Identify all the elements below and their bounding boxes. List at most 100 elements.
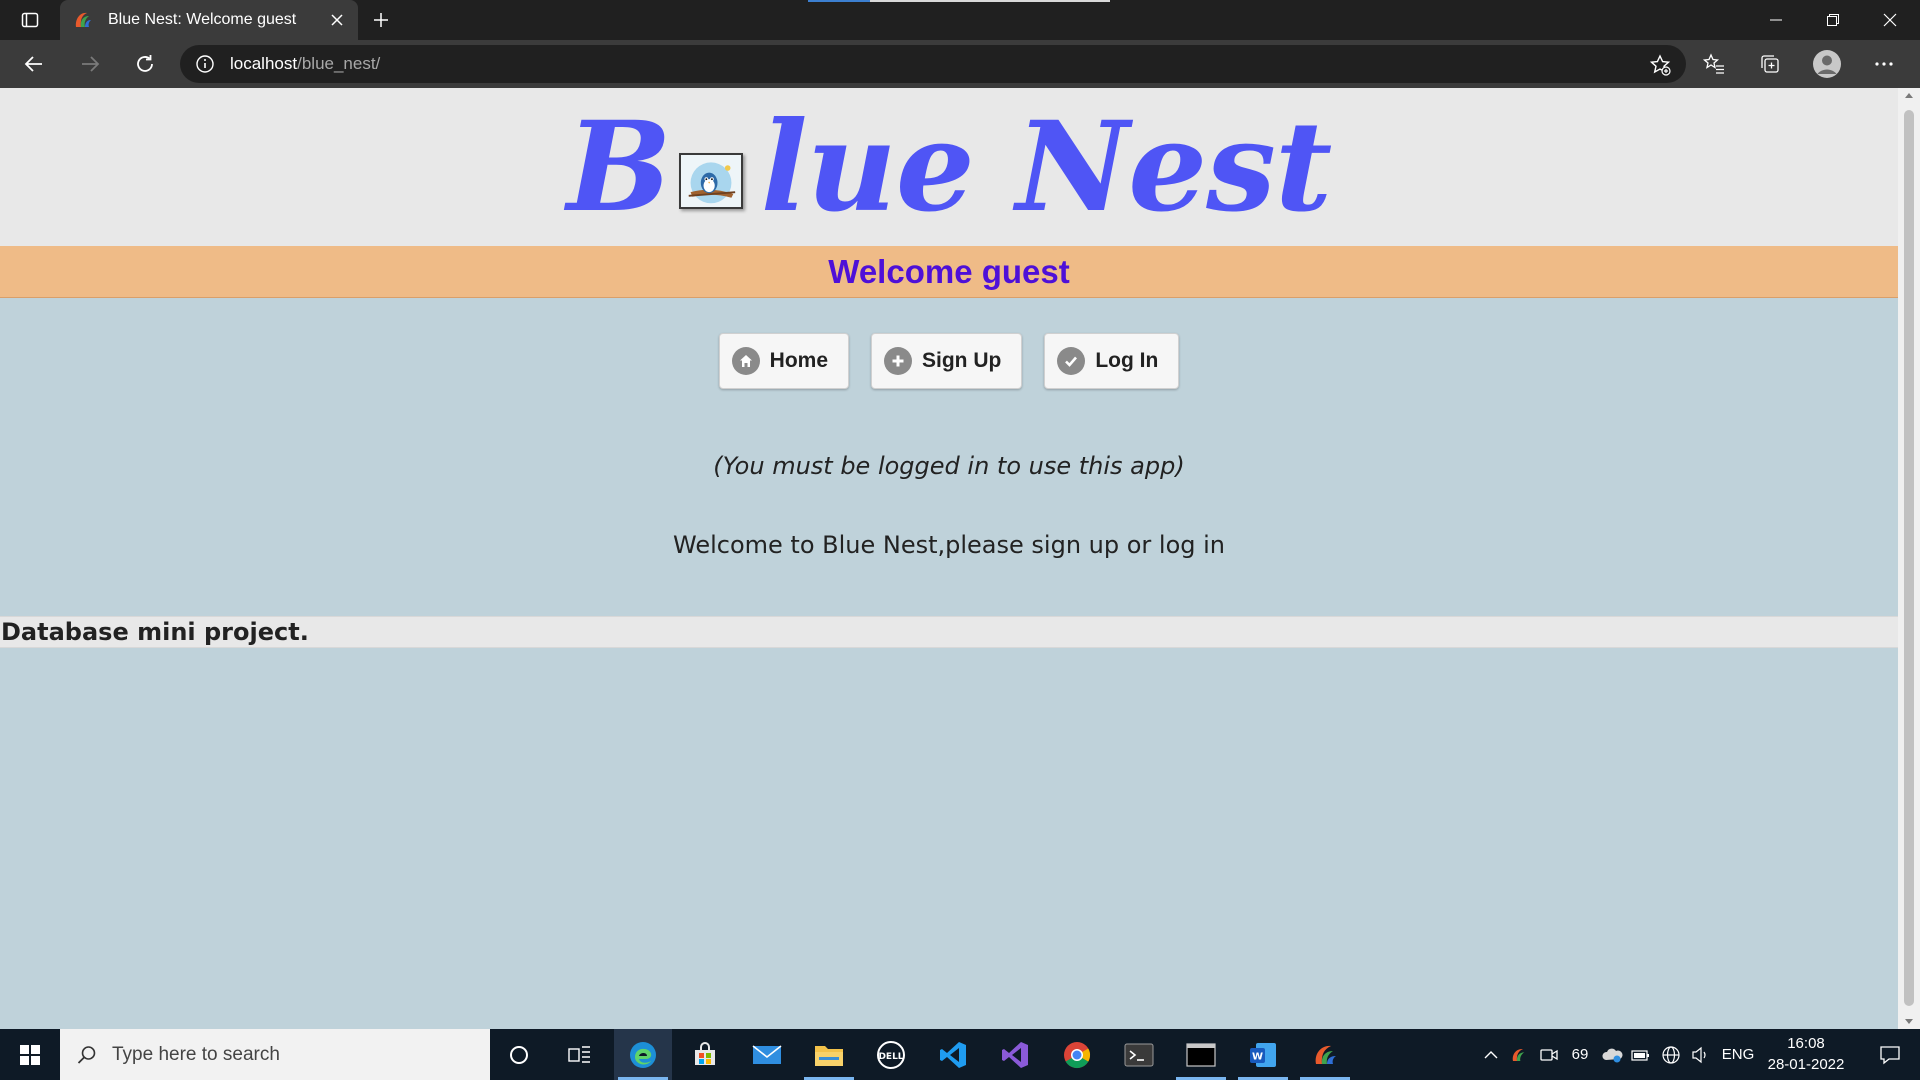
taskbar-search-box[interactable]: Type here to search bbox=[60, 1029, 490, 1080]
collections-button[interactable] bbox=[1752, 48, 1788, 80]
chrome-icon bbox=[1064, 1041, 1091, 1068]
taskbar-visual-studio[interactable] bbox=[986, 1029, 1044, 1080]
favorites-button[interactable] bbox=[1696, 48, 1732, 80]
cloud-sync-icon bbox=[1602, 1048, 1623, 1062]
taskbar-file-explorer[interactable] bbox=[800, 1029, 858, 1080]
titlebar-strip bbox=[870, 0, 1110, 2]
tab-title: Blue Nest: Welcome guest bbox=[108, 11, 297, 28]
visual-studio-icon bbox=[1002, 1041, 1028, 1068]
chevron-up-icon bbox=[1484, 1050, 1498, 1058]
anaconda-icon bbox=[1315, 1045, 1336, 1064]
taskbar-store[interactable] bbox=[676, 1029, 734, 1080]
task-view-icon bbox=[568, 1045, 590, 1063]
start-button[interactable] bbox=[0, 1029, 60, 1080]
taskbar-chrome[interactable] bbox=[1048, 1029, 1106, 1080]
tray-volume[interactable] bbox=[1688, 1029, 1714, 1080]
svg-text:DELL: DELL bbox=[878, 1052, 903, 1062]
site-header: B lue Nest bbox=[0, 88, 1898, 246]
minimize-button[interactable] bbox=[1748, 0, 1804, 40]
taskbar-edge[interactable] bbox=[614, 1029, 672, 1080]
footer-text: Database mini project. bbox=[1, 618, 309, 646]
taskbar-clock[interactable]: 16:08 28-01-2022 bbox=[1756, 1033, 1856, 1075]
bird-nest-logo-icon bbox=[678, 153, 743, 209]
notification-icon bbox=[1880, 1045, 1900, 1064]
new-tab-button[interactable] bbox=[366, 6, 396, 34]
task-view-button[interactable] bbox=[551, 1029, 609, 1080]
cortana-button[interactable] bbox=[490, 1029, 548, 1080]
scrollbar-thumb[interactable] bbox=[1904, 110, 1914, 1006]
collections-icon bbox=[1761, 55, 1779, 73]
globe-icon bbox=[1662, 1045, 1680, 1064]
address-bar[interactable]: localhost/blue_nest/ bbox=[180, 45, 1686, 83]
taskbar-anaconda[interactable] bbox=[1296, 1029, 1354, 1080]
log-in-button-label: Log In bbox=[1095, 349, 1159, 372]
logo-letter: B bbox=[566, 94, 672, 240]
command-prompt-icon bbox=[1186, 1042, 1216, 1067]
sign-up-button-label: Sign Up bbox=[922, 349, 1002, 372]
profile-button[interactable] bbox=[1809, 48, 1845, 80]
cortana-icon bbox=[510, 1045, 528, 1064]
tab-close-button[interactable] bbox=[324, 7, 350, 33]
dell-icon: DELL bbox=[877, 1040, 905, 1069]
folder-icon bbox=[815, 1045, 843, 1066]
tray-anaconda[interactable] bbox=[1506, 1029, 1532, 1080]
terminal-icon bbox=[1124, 1043, 1154, 1066]
taskbar-vscode[interactable] bbox=[924, 1029, 982, 1080]
url-host: localhost bbox=[230, 54, 298, 73]
tray-network[interactable] bbox=[1658, 1029, 1684, 1080]
page-viewport: B lue Nest Welcome guest Home Sign Up Lo… bbox=[0, 88, 1898, 1029]
welcome-heading: Welcome guest bbox=[828, 252, 1070, 290]
temperature-text: 69 bbox=[1571, 1046, 1589, 1063]
restore-button[interactable] bbox=[1805, 0, 1861, 40]
tab-actions-button[interactable] bbox=[14, 8, 46, 32]
clock-date: 28-01-2022 bbox=[1767, 1056, 1845, 1073]
mail-icon bbox=[752, 1044, 782, 1064]
settings-menu-button[interactable] bbox=[1866, 48, 1902, 80]
tray-onedrive[interactable] bbox=[1598, 1029, 1626, 1080]
scroll-down-icon[interactable] bbox=[1903, 1017, 1915, 1027]
url-path: /blue_nest/ bbox=[297, 54, 381, 73]
show-hidden-icons-button[interactable] bbox=[1480, 1029, 1502, 1080]
taskbar-dell[interactable]: DELL bbox=[862, 1029, 920, 1080]
action-center-button[interactable] bbox=[1862, 1029, 1918, 1080]
forward-button[interactable] bbox=[72, 48, 108, 80]
vscode-icon bbox=[940, 1041, 966, 1068]
browser-tab[interactable]: Blue Nest: Welcome guest bbox=[60, 0, 358, 40]
search-placeholder: Type here to search bbox=[112, 1043, 280, 1065]
close-icon bbox=[1883, 13, 1897, 27]
taskbar-mail[interactable] bbox=[738, 1029, 796, 1080]
favorites-icon bbox=[1703, 53, 1724, 74]
profile-avatar-icon bbox=[1813, 50, 1841, 78]
scroll-up-icon[interactable] bbox=[1903, 90, 1915, 100]
back-button[interactable] bbox=[16, 48, 52, 80]
taskbar-terminal[interactable] bbox=[1110, 1029, 1168, 1080]
log-in-button[interactable]: Log In bbox=[1044, 333, 1180, 389]
home-icon bbox=[731, 347, 760, 375]
url-text[interactable]: localhost/blue_nest/ bbox=[230, 54, 380, 74]
home-button[interactable]: Home bbox=[718, 333, 850, 389]
speaker-icon bbox=[1692, 1046, 1706, 1063]
tray-language[interactable]: ENG bbox=[1718, 1029, 1758, 1080]
close-window-button[interactable] bbox=[1862, 0, 1918, 40]
welcome-banner: Welcome guest bbox=[0, 246, 1898, 298]
vertical-scrollbar[interactable] bbox=[1898, 88, 1920, 1029]
tray-meet-now[interactable] bbox=[1536, 1029, 1562, 1080]
refresh-button[interactable] bbox=[127, 48, 163, 80]
refresh-icon bbox=[137, 55, 153, 72]
taskbar-word[interactable]: W bbox=[1234, 1029, 1292, 1080]
site-logo[interactable]: B lue Nest bbox=[566, 94, 1332, 240]
language-text: ENG bbox=[1721, 1046, 1755, 1063]
search-icon bbox=[77, 1045, 96, 1064]
favicon-icon bbox=[75, 12, 91, 27]
windows-logo-icon bbox=[20, 1044, 40, 1065]
taskbar-command-prompt[interactable] bbox=[1172, 1029, 1230, 1080]
site-info-icon[interactable] bbox=[194, 53, 216, 75]
tray-battery[interactable] bbox=[1628, 1029, 1654, 1080]
back-arrow-icon bbox=[24, 56, 42, 72]
login-required-note: (You must be logged in to use this app) bbox=[713, 452, 1185, 480]
sign-up-button[interactable]: Sign Up bbox=[871, 333, 1023, 389]
word-icon: W bbox=[1250, 1042, 1276, 1067]
windows-taskbar: Type here to search DELL W 69 ENG 16:08 … bbox=[0, 1029, 1920, 1080]
tray-temperature[interactable]: 69 bbox=[1564, 1029, 1596, 1080]
add-favorite-icon[interactable] bbox=[1648, 53, 1672, 77]
